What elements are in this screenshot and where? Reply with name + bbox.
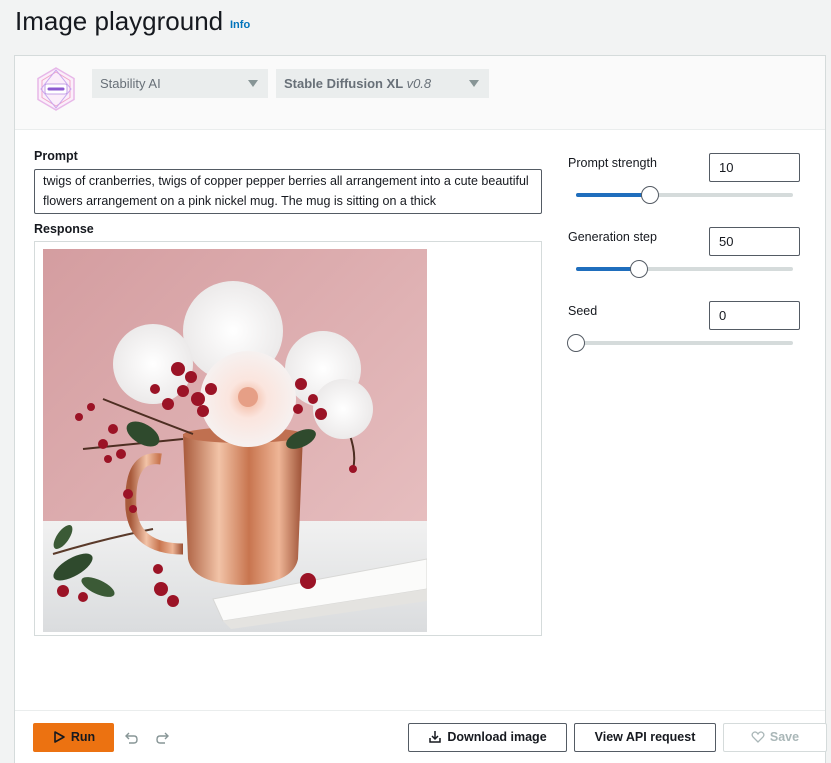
- generation-step-slider[interactable]: [576, 259, 793, 279]
- generated-image[interactable]: [43, 249, 427, 632]
- model-select-version: v0.8: [406, 76, 432, 91]
- slider-thumb[interactable]: [640, 186, 659, 204]
- prompt-textarea[interactable]: twigs of cranberries, twigs of copper pe…: [34, 169, 542, 214]
- slider-thumb[interactable]: [567, 334, 585, 352]
- playground-panel: Stability AI Stable Diffusion XL v0.8 Pr…: [14, 55, 827, 763]
- action-footer: Run Download image View API request Save: [15, 710, 827, 763]
- generation-step-input[interactable]: [709, 227, 800, 256]
- provider-select-value: Stability AI: [100, 76, 161, 91]
- undo-icon[interactable]: [123, 730, 139, 746]
- chevron-down-icon: [248, 80, 258, 87]
- save-button-label: Save: [769, 730, 800, 744]
- prompt-strength-slider[interactable]: [576, 185, 793, 205]
- response-label: Response: [34, 222, 94, 236]
- download-icon: [429, 731, 442, 743]
- page-title: Image playground: [15, 6, 224, 36]
- stability-ai-logo-icon: [33, 66, 79, 112]
- prompt-strength-input[interactable]: [709, 153, 800, 182]
- prompt-strength-label: Prompt strength: [568, 156, 657, 170]
- response-panel: [34, 241, 542, 636]
- chevron-down-icon: [469, 80, 479, 87]
- seed-input[interactable]: [709, 301, 800, 330]
- download-image-label: Download image: [447, 730, 547, 744]
- view-api-request-button[interactable]: View API request: [574, 723, 716, 752]
- generation-step-label: Generation step: [568, 230, 657, 244]
- run-button[interactable]: Run: [33, 723, 114, 752]
- prompt-label: Prompt: [34, 149, 78, 163]
- model-select[interactable]: Stable Diffusion XL v0.8: [276, 69, 489, 98]
- redo-icon[interactable]: [155, 730, 171, 746]
- seed-label: Seed: [568, 304, 598, 318]
- heart-icon: [751, 731, 765, 743]
- model-select-name: Stable Diffusion XL: [284, 76, 403, 91]
- slider-thumb[interactable]: [629, 260, 648, 278]
- provider-select[interactable]: Stability AI: [92, 69, 268, 98]
- run-button-label: Run: [70, 730, 96, 744]
- info-link[interactable]: Info: [230, 19, 250, 31]
- save-button[interactable]: Save: [723, 723, 827, 752]
- seed-slider[interactable]: [567, 333, 793, 353]
- view-api-request-label: View API request: [594, 730, 696, 744]
- download-image-button[interactable]: Download image: [408, 723, 567, 752]
- slider-fill: [576, 193, 650, 197]
- play-icon: [54, 731, 65, 743]
- model-selector-bar: Stability AI Stable Diffusion XL v0.8: [15, 56, 825, 130]
- slider-track: [576, 341, 793, 345]
